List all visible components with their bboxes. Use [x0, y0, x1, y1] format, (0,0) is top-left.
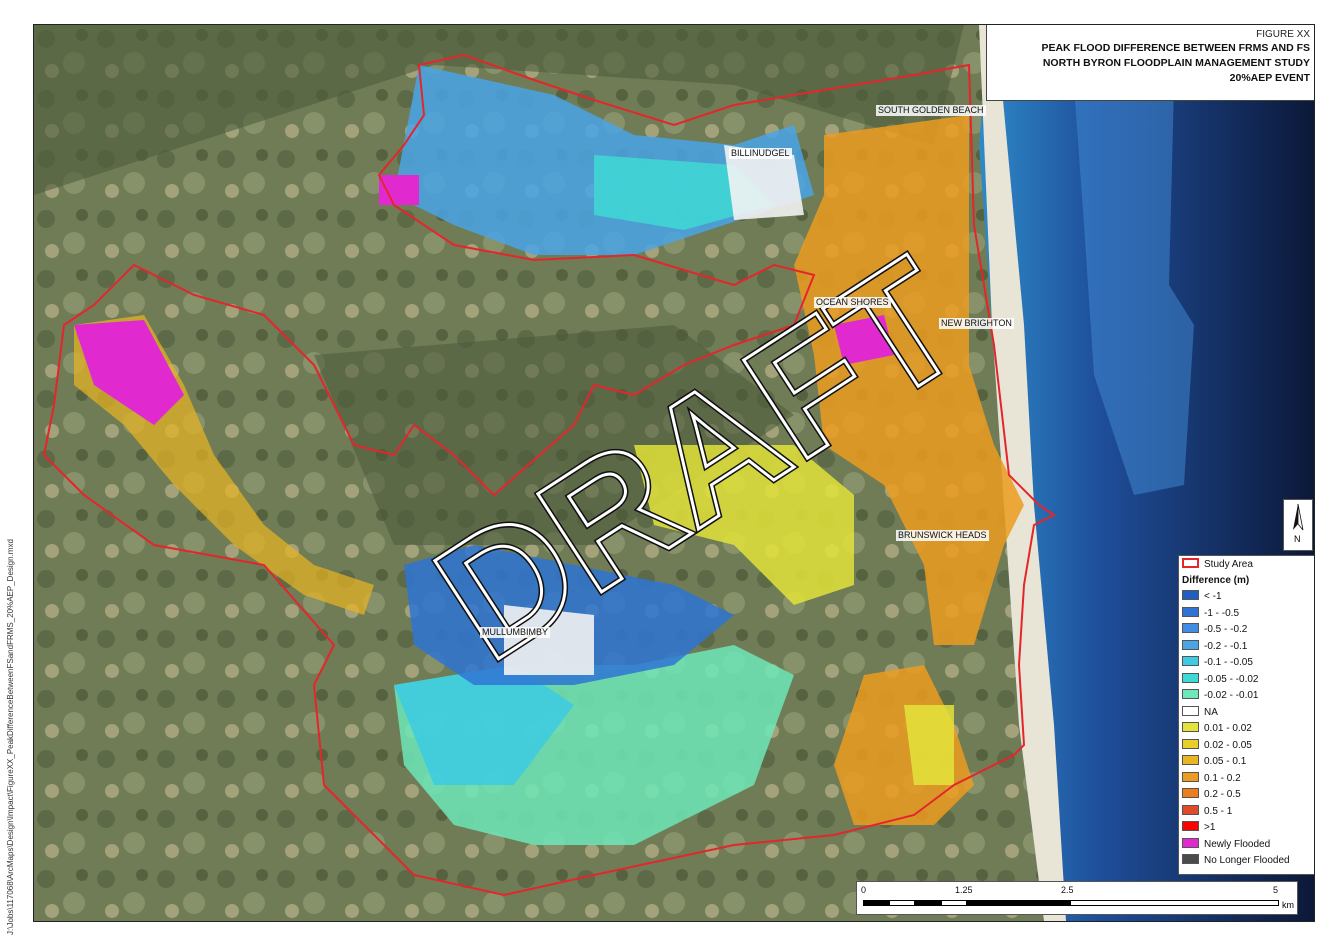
legend-class-swatch	[1182, 672, 1199, 683]
legend-class-swatch	[1182, 705, 1199, 716]
legend-class-swatch	[1182, 771, 1199, 782]
map-canvas[interactable]: DRAFT DRAFT	[34, 25, 1314, 921]
legend-class-label: -1 - -0.5	[1204, 607, 1240, 619]
legend-class-label: 0.02 - 0.05	[1204, 739, 1252, 751]
file-path: J:\Jobs\117068\ArcMaps\Design\Impact\Fig…	[6, 539, 15, 935]
legend-class-label: NA	[1204, 706, 1218, 718]
north-arrow-icon	[1293, 503, 1304, 531]
legend-study-area-swatch	[1182, 558, 1199, 568]
legend-class-swatch	[1182, 639, 1199, 650]
legend-class-swatch	[1182, 722, 1199, 732]
legend-study-area-label: Study Area	[1204, 559, 1253, 570]
newly-flooded-north	[379, 175, 419, 205]
label-south-golden-beach: SOUTH GOLDEN BEACH	[876, 105, 986, 116]
legend-class-label: Newly Flooded	[1204, 838, 1271, 850]
scale-seg-1	[863, 900, 889, 906]
legend-class-row: 0.01 - 0.02	[1182, 722, 1252, 736]
legend-class-label: 0.2 - 0.5	[1204, 789, 1241, 800]
north-arrow: N	[1283, 499, 1313, 551]
scale-bar: 0 1.25 2.5 5 km	[856, 881, 1298, 915]
scale-unit: km	[1282, 900, 1294, 910]
legend-class-label: 0.05 - 0.1	[1204, 756, 1247, 767]
legend-class-label: >1	[1204, 822, 1216, 833]
legend-class-label: -0.1 - -0.05	[1204, 657, 1253, 668]
legend-class-row: 0.5 - 1	[1182, 804, 1233, 819]
scale-seg-6	[1070, 900, 1279, 906]
title-block: FIGURE XX PEAK FLOOD DIFFERENCE BETWEEN …	[986, 25, 1314, 101]
label-ocean-shores: OCEAN SHORES	[814, 297, 891, 308]
legend-class-swatch	[1182, 821, 1199, 831]
legend-class-row: Newly Flooded	[1182, 837, 1271, 852]
legend-class-swatch	[1182, 689, 1199, 699]
legend-class-row: 0.1 - 0.2	[1182, 771, 1241, 786]
legend-class-row: -0.5 - -0.2	[1182, 623, 1247, 637]
scale-tick-1: 1.25	[955, 885, 973, 895]
title-line-1: PEAK FLOOD DIFFERENCE BETWEEN FRMS AND F…	[1041, 42, 1310, 54]
legend-class-row: 0.02 - 0.05	[1182, 738, 1252, 753]
legend-class-label: -0.05 - -0.02	[1204, 673, 1259, 685]
legend-class-row: < -1	[1182, 590, 1222, 604]
legend-class-label: < -1	[1204, 591, 1222, 602]
scale-seg-5	[967, 900, 1070, 906]
legend-class-swatch	[1182, 804, 1199, 815]
legend-class-label: 0.1 - 0.2	[1204, 772, 1241, 784]
legend-class-swatch	[1182, 656, 1199, 666]
legend-class-label: No Longer Flooded	[1204, 855, 1290, 866]
legend-class-row: -0.02 - -0.01	[1182, 689, 1258, 703]
legend-class-label: -0.02 - -0.01	[1204, 690, 1259, 701]
legend-class-swatch	[1182, 788, 1199, 798]
label-billinudgel: BILLINUDGEL	[729, 148, 792, 159]
scale-tick-2: 2.5	[1061, 885, 1074, 895]
label-new-brighton: NEW BRIGHTON	[939, 318, 1014, 329]
legend-class-row: NA	[1182, 705, 1218, 720]
title-line-3: 20%AEP EVENT	[1229, 72, 1310, 84]
legend-class-label: -0.5 - -0.2	[1204, 624, 1248, 635]
label-mullumbimby: MULLUMBIMBY	[480, 627, 551, 638]
legend-class-row: -0.05 - -0.02	[1182, 672, 1259, 687]
legend-class-swatch	[1182, 623, 1199, 633]
map-frame[interactable]: DRAFT DRAFT SOUTH GOLDEN BEACH BILLINUDG…	[33, 24, 1315, 922]
legend-class-swatch	[1182, 606, 1199, 617]
legend-class-swatch	[1182, 837, 1199, 848]
label-brunswick-heads: BRUNSWICK HEADS	[896, 530, 989, 541]
figure-number: FIGURE XX	[1256, 29, 1310, 40]
legend-study-area: Study Area	[1182, 558, 1253, 572]
scale-tick-3: 5	[1273, 885, 1279, 895]
legend-class-row: 0.2 - 0.5	[1182, 788, 1241, 802]
scale-seg-2	[889, 900, 915, 906]
legend-class-row: No Longer Flooded	[1182, 854, 1290, 868]
legend-class-label: -0.2 - -0.1	[1204, 640, 1248, 652]
legend-class-row: -0.2 - -0.1	[1182, 639, 1248, 654]
scale-tick-0: 0	[861, 885, 867, 895]
legend: Study Area Difference (m) < -1 -1 - -0.5 -…	[1178, 555, 1314, 875]
legend-class-swatch	[1182, 590, 1199, 600]
title-line-2: NORTH BYRON FLOODPLAIN MANAGEMENT STUDY	[1042, 57, 1310, 69]
legend-class-swatch	[1182, 755, 1199, 765]
north-arrow-label: N	[1294, 534, 1301, 544]
legend-class-label: 0.5 - 1	[1204, 805, 1233, 817]
scale-seg-4	[941, 900, 967, 906]
legend-class-swatch	[1182, 738, 1199, 749]
legend-class-row: -0.1 - -0.05	[1182, 656, 1253, 670]
legend-class-row: -1 - -0.5	[1182, 606, 1240, 621]
legend-class-row: 0.05 - 0.1	[1182, 755, 1246, 769]
legend-class-swatch	[1182, 854, 1199, 864]
legend-class-label: 0.01 - 0.02	[1204, 723, 1252, 734]
legend-heading: Difference (m)	[1182, 575, 1250, 586]
legend-class-row: >1	[1182, 821, 1215, 835]
scale-seg-3	[915, 900, 941, 906]
